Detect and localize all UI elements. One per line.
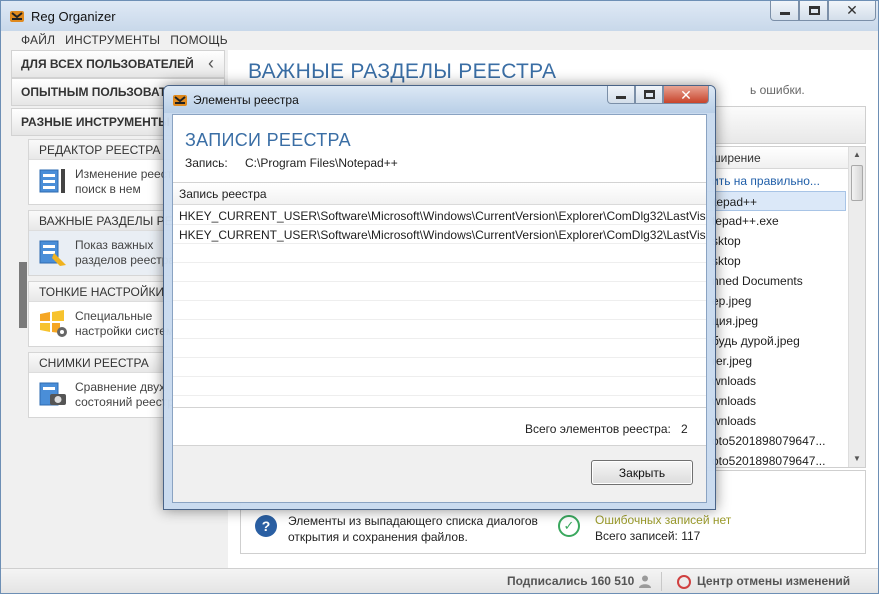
table-row[interactable]	[173, 358, 706, 377]
window-title: Reg Organizer	[31, 9, 116, 24]
scroll-thumb[interactable]	[851, 165, 863, 201]
table-row[interactable]: HKEY_CURRENT_USER\Software\Microsoft\Win…	[173, 206, 706, 225]
list-item[interactable]: rer.jpeg	[706, 351, 846, 371]
dialog-window-controls: ✕	[607, 86, 709, 104]
list-item[interactable]: oto5201898079647...	[706, 431, 846, 451]
reg-organizer-logo-icon	[173, 95, 187, 106]
list-item[interactable]: nned Documents	[706, 271, 846, 291]
info-description: Элементы из выпадающего списка диалогов …	[288, 514, 538, 544]
list-item[interactable]: tepad++	[706, 191, 846, 211]
total-elements-label: Всего элементов реестра:	[525, 422, 671, 436]
help-icon: ?	[255, 515, 277, 537]
maximize-button[interactable]	[799, 1, 828, 21]
menu-tools[interactable]: ИНСТРУМЕНТЫ	[60, 31, 165, 50]
menu-file[interactable]: ФАЙЛ	[16, 31, 60, 50]
registry-cleanup-icon	[39, 240, 66, 266]
registry-editor-icon	[39, 169, 65, 193]
registry-entries-table: Запись реестра HKEY_CURRENT_USER\Softwar…	[173, 182, 706, 408]
maximize-icon	[644, 90, 655, 99]
category-all-users[interactable]: ДЛЯ ВСЕХ ПОЛЬЗОВАТЕЛЕЙ ‹	[11, 50, 225, 78]
check-circle-icon: ✓	[558, 515, 580, 537]
total-elements-value: 2	[681, 422, 688, 436]
dialog-title: Элементы реестра	[193, 93, 299, 107]
user-icon	[639, 575, 651, 588]
window-controls: ✕	[770, 1, 876, 21]
column-header-registry-entry[interactable]: Запись реестра	[173, 183, 706, 205]
close-button[interactable]: Закрыть	[591, 460, 693, 485]
list-item[interactable]: tepad++.exe	[706, 211, 846, 231]
list-item[interactable]: ep.jpeg	[706, 291, 846, 311]
minimize-button[interactable]	[770, 1, 799, 21]
minimize-icon	[616, 96, 626, 99]
table-row[interactable]	[173, 320, 706, 339]
list-item[interactable]: sktop	[706, 231, 846, 251]
list-item[interactable]: wnloads	[706, 411, 846, 431]
undo-center-link[interactable]: Центр отмены изменений	[697, 574, 850, 588]
total-records: Всего записей: 117	[595, 529, 701, 543]
status-separator	[661, 572, 662, 591]
table-row[interactable]	[173, 339, 706, 358]
dialog-titlebar[interactable]: Элементы реестра ✕	[164, 86, 715, 113]
close-icon: ✕	[680, 87, 692, 103]
list-item[interactable]: oto5201898079647...	[706, 451, 846, 467]
dialog-close-window-button[interactable]: ✕	[663, 86, 709, 104]
scroll-down-icon[interactable]: ▼	[849, 451, 865, 467]
maximize-icon	[809, 6, 820, 15]
table-row[interactable]	[173, 263, 706, 282]
close-icon: ✕	[846, 2, 858, 18]
list-item[interactable]: ция.jpeg	[706, 311, 846, 331]
list-item[interactable]: ить на правильно...	[706, 171, 846, 191]
subscribers-count[interactable]: Подписались 160 510	[507, 574, 634, 588]
list-item[interactable]: wnloads	[706, 371, 846, 391]
page-title: ВАЖНЫЕ РАЗДЕЛЫ РЕЕСТРА	[248, 60, 557, 83]
dialog-body: ЗАПИСИ РЕЕСТРА Запись: C:\Program Files\…	[172, 114, 707, 503]
list-item[interactable]: wnloads	[706, 391, 846, 411]
minimize-icon	[780, 12, 790, 15]
dialog-minimize-button[interactable]	[607, 86, 635, 104]
registry-snapshot-icon	[39, 382, 66, 406]
status-bar: Подписались 160 510 Центр отмены изменен…	[1, 568, 878, 593]
table-row[interactable]: HKEY_CURRENT_USER\Software\Microsoft\Win…	[173, 225, 706, 244]
category-label: РАЗНЫЕ ИНСТРУМЕНТЫ	[21, 115, 170, 129]
registry-entries-dialog: Элементы реестра ✕ ЗАПИСИ РЕЕСТРА Запись…	[163, 85, 716, 510]
table-row[interactable]	[173, 282, 706, 301]
error-status: Ошибочных записей нет	[595, 513, 732, 527]
list-item[interactable]: будь дурой.jpeg	[706, 331, 846, 351]
active-tool-marker	[19, 262, 27, 328]
chevron-left-icon[interactable]: ‹	[208, 53, 214, 74]
entry-label: Запись:	[185, 156, 228, 170]
table-row[interactable]	[173, 244, 706, 263]
undo-center-icon	[677, 575, 691, 589]
main-titlebar[interactable]: Reg Organizer ✕	[1, 1, 878, 31]
dialog-footer: Закрыть	[173, 445, 706, 502]
column-header-extension[interactable]: ширение	[711, 151, 761, 165]
table-row[interactable]	[173, 377, 706, 396]
category-label: ДЛЯ ВСЕХ ПОЛЬЗОВАТЕЛЕЙ	[21, 57, 194, 71]
reg-organizer-logo-icon	[10, 11, 24, 22]
entry-value: C:\Program Files\Notepad++	[245, 156, 398, 170]
list-item[interactable]: sktop	[706, 251, 846, 271]
menu-bar: ФАЙЛ ИНСТРУМЕНТЫ ПОМОЩЬ	[1, 31, 878, 50]
list-scrollbar[interactable]: ▲ ▼	[848, 147, 865, 467]
scroll-up-icon[interactable]: ▲	[849, 147, 865, 163]
windows-tweaks-icon	[40, 310, 67, 337]
table-row[interactable]	[173, 301, 706, 320]
menu-help[interactable]: ПОМОЩЬ	[165, 31, 233, 50]
dialog-maximize-button[interactable]	[635, 86, 663, 104]
dialog-heading: ЗАПИСИ РЕЕСТРА	[185, 130, 351, 150]
close-window-button[interactable]: ✕	[828, 1, 876, 21]
